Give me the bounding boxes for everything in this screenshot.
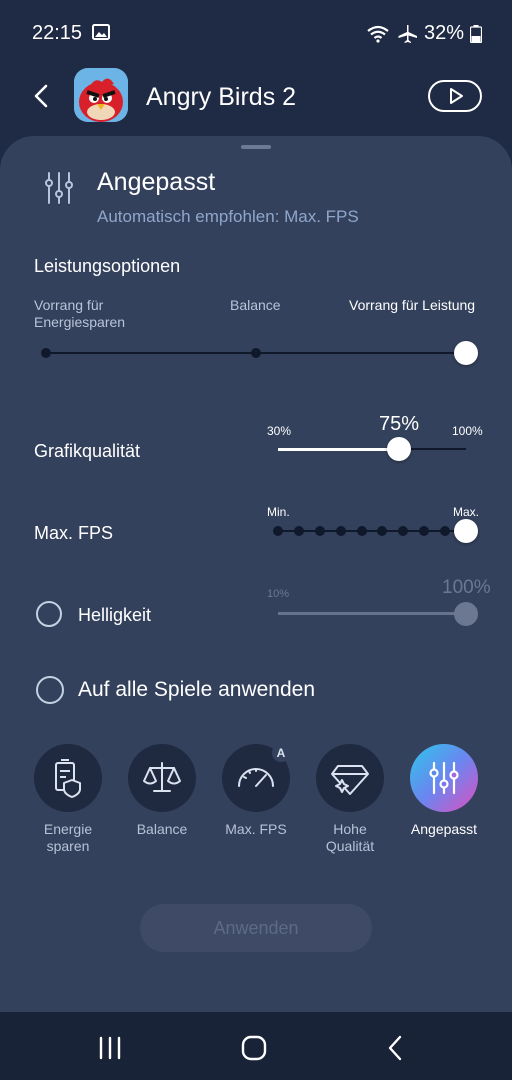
back-arrow-icon[interactable] xyxy=(28,80,56,112)
sheet-handle[interactable] xyxy=(241,145,271,149)
preset-balance[interactable] xyxy=(128,744,196,812)
fps-max-label: Max. xyxy=(453,505,480,519)
fps-min-label: Min. xyxy=(267,505,290,519)
fps-step-dot[interactable] xyxy=(314,526,325,536)
fps-slider-track[interactable] xyxy=(278,530,466,532)
brightness-slider-thumb xyxy=(454,602,478,626)
battery-shield-icon xyxy=(55,759,81,798)
app-icon-angry-birds xyxy=(74,68,128,122)
status-time: 22:15 xyxy=(32,22,83,44)
home-icon[interactable] xyxy=(240,1034,268,1062)
fps-step-dot[interactable] xyxy=(273,526,283,536)
brightness-checkbox[interactable] xyxy=(36,601,62,627)
option-balance[interactable]: Balance xyxy=(230,297,281,313)
auto-badge: A xyxy=(272,744,290,762)
graphics-max-label: 100% xyxy=(452,424,483,438)
graphics-slider-fill xyxy=(278,448,399,451)
apply-all-games-label: Auf alle Spiele anwenden xyxy=(78,678,316,701)
apply-button-label: Anwenden xyxy=(213,918,299,938)
brightness-min-label: 10% xyxy=(267,588,290,600)
preset-label-energy: Energie sparen xyxy=(43,821,93,854)
graphics-value: 75% xyxy=(379,413,420,435)
fps-step-dot[interactable] xyxy=(356,526,367,536)
brightness-slider-track xyxy=(278,612,466,615)
preset-energy-saving[interactable] xyxy=(34,744,102,812)
preset-label-max-fps: Max. FPS xyxy=(225,821,287,837)
wifi-icon xyxy=(367,25,389,43)
performance-title: Leistungsoptionen xyxy=(34,256,181,276)
preset-label-balance: Balance xyxy=(136,821,188,837)
back-icon[interactable] xyxy=(384,1034,408,1062)
mode-subtitle: Automatisch empfohlen: Max. FPS xyxy=(97,207,359,226)
sliders-icon xyxy=(45,172,73,204)
recents-icon[interactable] xyxy=(96,1036,124,1060)
fps-step-dot[interactable] xyxy=(293,526,304,536)
mode-title: Angepasst xyxy=(97,168,216,196)
performance-slider-thumb[interactable] xyxy=(454,341,478,365)
brightness-label: Helligkeit xyxy=(78,605,152,625)
airplane-icon xyxy=(398,24,417,43)
graphics-quality-label: Grafikqualität xyxy=(34,441,141,461)
option-energy-saving[interactable]: Vorrang für Energiesparen xyxy=(34,297,164,331)
fps-slider-thumb[interactable] xyxy=(454,519,478,543)
image-icon xyxy=(92,24,110,40)
fps-step-dot[interactable] xyxy=(335,526,346,536)
performance-step-dot[interactable] xyxy=(41,348,51,358)
performance-step-dot[interactable] xyxy=(251,348,261,358)
play-button[interactable] xyxy=(428,80,482,112)
app-title: Angry Birds 2 xyxy=(146,83,297,111)
diamond-icon xyxy=(331,765,369,795)
max-fps-label: Max. FPS xyxy=(34,523,114,543)
play-icon xyxy=(450,88,463,104)
sliders-icon xyxy=(429,761,459,795)
apply-all-games-checkbox[interactable] xyxy=(36,676,64,704)
graphics-min-label: 30% xyxy=(267,424,292,438)
graphics-slider-thumb[interactable] xyxy=(386,437,411,461)
preset-label-quality: Hohe Qualität xyxy=(325,821,375,854)
battery-percent: 32% xyxy=(423,22,464,44)
preset-high-quality[interactable] xyxy=(316,744,384,812)
option-performance[interactable]: Vorrang für Leistung xyxy=(349,297,475,313)
battery-icon xyxy=(470,24,482,43)
navigation-bar xyxy=(0,1012,512,1080)
preset-custom[interactable] xyxy=(410,744,478,812)
status-right: 32% xyxy=(366,22,482,45)
preset-label-custom: Angepasst xyxy=(410,821,478,837)
scale-icon xyxy=(143,762,181,792)
brightness-value: 100% xyxy=(442,577,491,598)
